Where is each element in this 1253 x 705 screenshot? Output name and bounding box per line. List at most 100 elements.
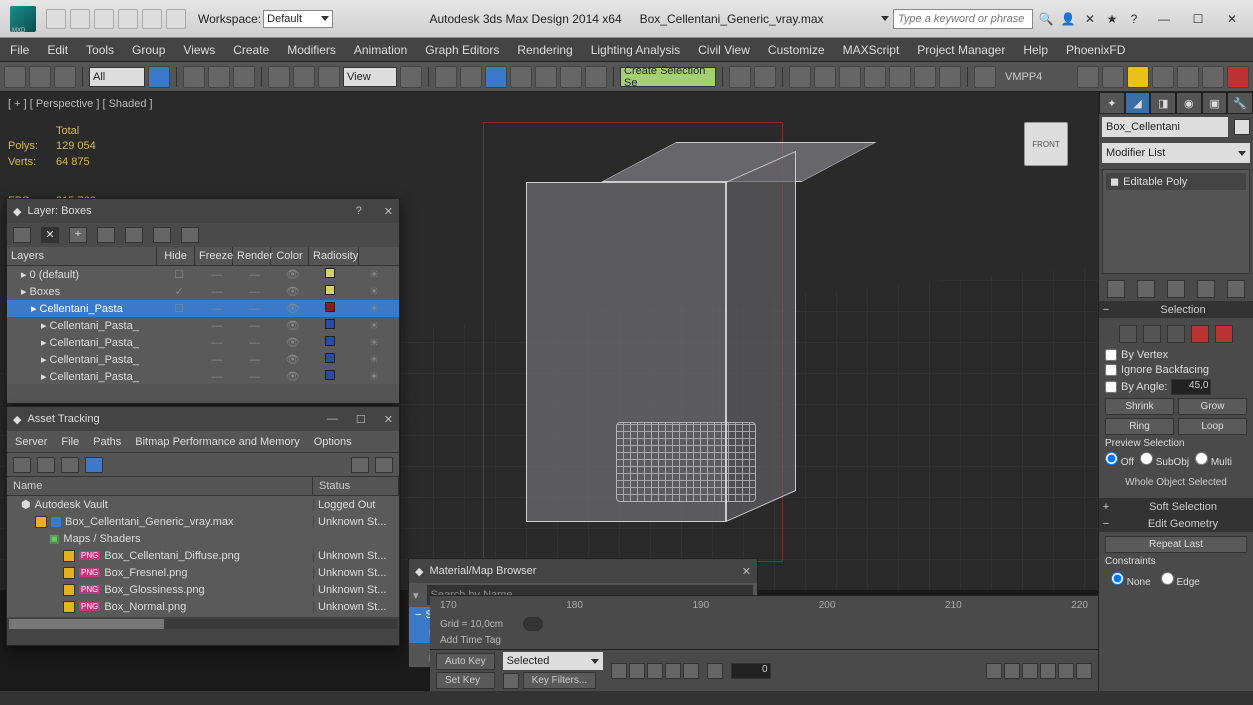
mat-close-button[interactable]: ✕: [742, 565, 751, 578]
qat-new-icon[interactable]: [46, 9, 66, 29]
named-selection-dropdown[interactable]: Create Selection Se: [620, 67, 716, 87]
rendered-frame-icon[interactable]: [914, 66, 936, 88]
pan-icon[interactable]: [986, 663, 1002, 679]
mat-search-options-icon[interactable]: ▾: [409, 589, 423, 602]
pm-icon-3[interactable]: [1152, 66, 1174, 88]
unlink-icon[interactable]: [29, 66, 51, 88]
qat-save-icon[interactable]: [94, 9, 114, 29]
workspace-dropdown[interactable]: Default: [263, 10, 333, 28]
asset-tree-icon[interactable]: [37, 457, 55, 473]
fov-icon[interactable]: [1040, 663, 1056, 679]
orbit-icon[interactable]: [1058, 663, 1074, 679]
window-crossing-icon[interactable]: [233, 66, 255, 88]
pm-icon-2[interactable]: [1102, 66, 1124, 88]
by-angle-spinner[interactable]: 45,0: [1171, 379, 1211, 395]
layer-row[interactable]: ▸Cellentani_Pasta_——👁☀: [7, 351, 399, 368]
asset-row[interactable]: PNGBox_Normal.pngUnknown St...: [7, 598, 399, 615]
asset-status-icon[interactable]: [351, 457, 369, 473]
angle-snap-icon[interactable]: [510, 66, 532, 88]
utilities-tab-icon[interactable]: 🔧: [1227, 92, 1253, 114]
asset-refresh-icon[interactable]: [13, 457, 31, 473]
zoom-icon[interactable]: [1004, 663, 1020, 679]
object-box[interactable]: [516, 142, 776, 542]
add-time-tag[interactable]: Add Time Tag: [440, 635, 501, 646]
snaps-toggle-icon[interactable]: [485, 66, 507, 88]
select-region-icon[interactable]: [208, 66, 230, 88]
pin-stack-icon[interactable]: [1107, 280, 1125, 298]
remove-mod-icon[interactable]: [1197, 280, 1215, 298]
edit-named-icon[interactable]: [585, 66, 607, 88]
configure-icon[interactable]: [1227, 280, 1245, 298]
menu-phoenixfd[interactable]: PhoenixFD: [1066, 43, 1125, 57]
asset-menu-server[interactable]: Server: [15, 436, 47, 448]
edit-geometry-header[interactable]: −Edit Geometry: [1099, 516, 1253, 532]
modify-tab-icon[interactable]: ◢: [1125, 92, 1151, 114]
preview-off[interactable]: Off: [1105, 452, 1134, 468]
ref-coord-dropdown[interactable]: View: [343, 67, 397, 87]
asset-menu-paths[interactable]: Paths: [93, 436, 121, 448]
stack-item-editable-poly[interactable]: ◼Editable Poly: [1106, 173, 1246, 190]
create-tab-icon[interactable]: ✦: [1099, 92, 1125, 114]
object-color-swatch[interactable]: [1234, 119, 1250, 135]
keyboard-shortcut-icon[interactable]: [460, 66, 482, 88]
delete-layer-icon[interactable]: ✕: [41, 227, 59, 243]
new-layer-icon[interactable]: [13, 227, 31, 243]
layer-row[interactable]: ▸Boxes✓——👁☀: [7, 283, 399, 300]
minimize-button[interactable]: —: [1155, 10, 1173, 28]
manipulate-icon[interactable]: [435, 66, 457, 88]
maximize-viewport-icon[interactable]: [1076, 663, 1092, 679]
loop-button[interactable]: Loop: [1178, 418, 1247, 435]
zoom-extents-icon[interactable]: [1022, 663, 1038, 679]
pivot-icon[interactable]: [400, 66, 422, 88]
current-frame-spinner[interactable]: 0: [731, 663, 771, 679]
make-unique-icon[interactable]: [1167, 280, 1185, 298]
edge-subobj-icon[interactable]: [1143, 325, 1161, 343]
vertex-subobj-icon[interactable]: [1119, 325, 1137, 343]
layer-close-button[interactable]: ✕: [384, 205, 393, 218]
asset-scrollbar-h[interactable]: [7, 617, 399, 631]
modifier-list-dropdown[interactable]: Modifier List: [1102, 143, 1250, 163]
autokey-button[interactable]: Auto Key: [436, 653, 495, 670]
keymode-dropdown[interactable]: Selected: [503, 652, 603, 670]
move-icon[interactable]: [268, 66, 290, 88]
layer-help-icon[interactable]: ?: [356, 205, 362, 217]
asset-minimize-button[interactable]: —: [327, 413, 338, 425]
menu-maxscript[interactable]: MAXScript: [843, 43, 900, 57]
render-setup-icon[interactable]: [889, 66, 911, 88]
align-icon[interactable]: [754, 66, 776, 88]
menu-create[interactable]: Create: [233, 43, 269, 57]
qat-redo-icon[interactable]: [142, 9, 162, 29]
asset-tracking-dialog[interactable]: ◆ Asset Tracking — ☐ ✕ ServerFilePathsBi…: [6, 406, 400, 646]
bind-icon[interactable]: [54, 66, 76, 88]
by-vertex-checkbox[interactable]: By Vertex: [1105, 349, 1247, 361]
asset-menu-options[interactable]: Options: [314, 436, 352, 448]
menu-edit[interactable]: Edit: [47, 43, 68, 57]
title-chevron-icon[interactable]: [881, 16, 889, 21]
menu-lighting-analysis[interactable]: Lighting Analysis: [591, 43, 680, 57]
menu-tools[interactable]: Tools: [86, 43, 114, 57]
pm-icon-1[interactable]: [1077, 66, 1099, 88]
infocenter-icon[interactable]: 🔍: [1037, 10, 1055, 28]
freeze-unfreeze-icon[interactable]: [181, 227, 199, 243]
viewcube[interactable]: FRONT: [1024, 122, 1068, 166]
time-slider[interactable]: 170180190200210220 Grid = 10,0cm Add Tim…: [430, 595, 1098, 649]
goto-start-icon[interactable]: [611, 663, 627, 679]
asset-row[interactable]: PNGBox_Cellentani_Diffuse.pngUnknown St.…: [7, 547, 399, 564]
layer-manager-dialog[interactable]: ◆ Layer: Boxes ? ✕ ✕ + Layers Hide Freez…: [6, 198, 400, 404]
menu-views[interactable]: Views: [183, 43, 215, 57]
select-layer-icon[interactable]: [97, 227, 115, 243]
schematic-view-icon[interactable]: [839, 66, 861, 88]
lock-icon[interactable]: [523, 617, 543, 631]
menu-modifiers[interactable]: Modifiers: [287, 43, 336, 57]
grow-button[interactable]: Grow: [1178, 398, 1247, 415]
hierarchy-tab-icon[interactable]: ◨: [1150, 92, 1176, 114]
keyframe-icon[interactable]: [503, 673, 519, 689]
asset-row[interactable]: PNGBox_Fresnel.pngUnknown St...: [7, 564, 399, 581]
menu-help[interactable]: Help: [1023, 43, 1048, 57]
asset-row[interactable]: ⬢Autodesk VaultLogged Out: [7, 496, 399, 513]
layer-manager-icon[interactable]: [789, 66, 811, 88]
time-config-icon[interactable]: [707, 663, 723, 679]
help-icon[interactable]: ?: [1125, 10, 1143, 28]
object-name-field[interactable]: Box_Cellentani: [1102, 117, 1228, 137]
next-frame-icon[interactable]: [665, 663, 681, 679]
